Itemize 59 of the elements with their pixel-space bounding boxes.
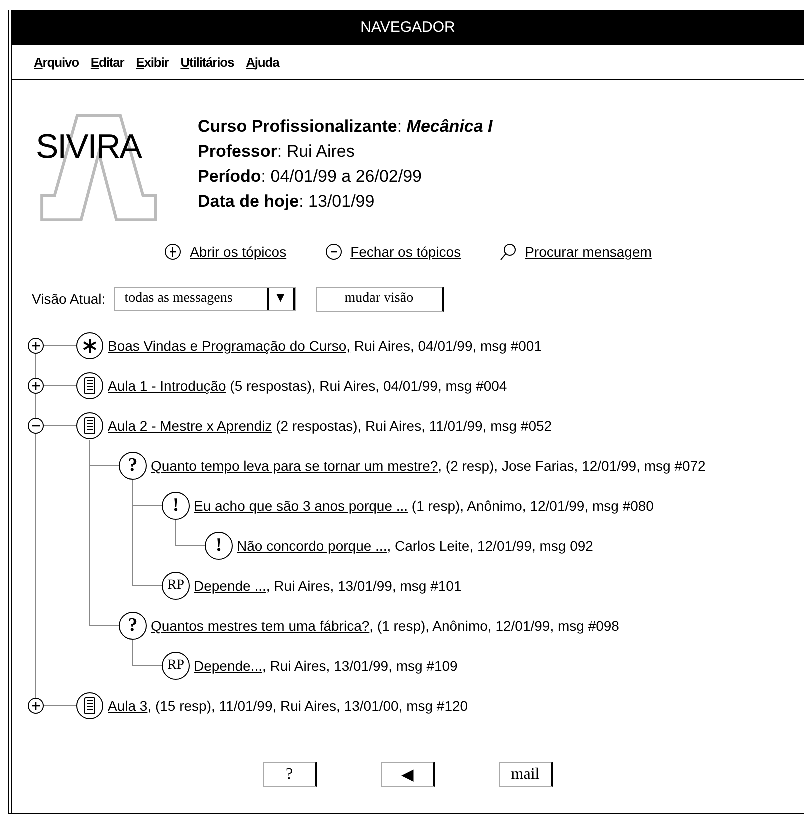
minus-circle-icon bbox=[324, 243, 343, 261]
message-type-icon: ? bbox=[119, 452, 147, 480]
message-entry: Aula 3, (15 resp), 11/01/99, Rui Aires, 13/01/00, msg #120 bbox=[108, 698, 468, 714]
course-info-line: Professor: Rui Aires bbox=[198, 141, 356, 163]
document-icon bbox=[76, 692, 104, 720]
expand-icon[interactable] bbox=[27, 337, 45, 355]
nav-button[interactable]: ? bbox=[263, 762, 317, 787]
message-entry: Boas Vindas e Programação do Curso, Rui Aires, 04/01/99, msg #001 bbox=[108, 338, 542, 354]
message-link[interactable]: Quantos mestres tem uma fábrica? bbox=[151, 618, 370, 634]
message-link[interactable]: Boas Vindas e Programação do Curso, bbox=[108, 338, 351, 354]
expand-icon[interactable] bbox=[27, 377, 45, 395]
message-entry: Aula 1 - Introdução (5 respostas), Rui Aires, 04/01/99, msg #004 bbox=[108, 378, 508, 394]
message-entry: Eu acho que são 3 anos porque ... (1 resp), Anônimo, 12/01/99, msg #080 bbox=[194, 498, 654, 514]
message-link[interactable]: Depende... bbox=[194, 658, 262, 674]
window-title: NAVEGADOR bbox=[12, 11, 804, 45]
plus-circle-icon bbox=[164, 243, 182, 261]
message-entry: Depende..., Rui Aires, 13/01/99, msg #109 bbox=[194, 658, 458, 674]
menu-item[interactable]: Editar bbox=[90, 54, 124, 70]
message-link[interactable]: Não concordo porque ... bbox=[237, 538, 388, 554]
message-link[interactable]: Quanto tempo leva para se tornar um mestre? bbox=[151, 458, 438, 474]
menu-item[interactable]: Ajuda bbox=[246, 54, 280, 70]
expand-icon[interactable] bbox=[27, 697, 45, 715]
message-type-icon: RP bbox=[162, 652, 190, 680]
message-link[interactable]: Aula 1 - Introdução bbox=[108, 378, 226, 394]
course-info-line: Período: 04/01/99 a 26/02/99 bbox=[198, 166, 423, 188]
message-type-icon: ! bbox=[162, 492, 190, 520]
asterisk-icon bbox=[76, 332, 104, 360]
document-icon bbox=[76, 372, 104, 400]
message-link[interactable]: Aula 3 bbox=[108, 698, 148, 714]
view-label: Visão Atual: bbox=[32, 291, 106, 307]
message-entry: Depende ..., Rui Aires, 13/01/99, msg #101 bbox=[194, 578, 462, 594]
message-type-icon: ! bbox=[205, 532, 233, 560]
menu-item[interactable]: Utilitários bbox=[180, 54, 234, 70]
course-info-line: Curso Profissionalizante: Mecânica I bbox=[198, 116, 493, 138]
action-link[interactable]: Abrir os tópicos bbox=[164, 243, 287, 261]
menu-item[interactable]: Exibir bbox=[136, 54, 169, 70]
action-link[interactable]: Fechar os tópicos bbox=[324, 243, 462, 261]
message-link[interactable]: Depende ... bbox=[194, 578, 266, 594]
change-view-button[interactable]: mudar visão bbox=[316, 286, 444, 312]
tree-connector-line bbox=[176, 520, 206, 546]
message-entry: Quantos mestres tem uma fábrica?, (1 resp), Anônimo, 12/01/99, msg #098 bbox=[151, 618, 620, 634]
message-entry: Aula 2 - Mestre x Aprendiz (2 respostas), Rui Aires, 11/01/99, msg #052 bbox=[108, 418, 552, 434]
logo: SIVIRA bbox=[36, 114, 162, 222]
message-link[interactable]: Aula 2 - Mestre x Aprendiz bbox=[108, 418, 272, 434]
collapse-icon[interactable] bbox=[27, 417, 45, 435]
nav-button[interactable]: mail bbox=[499, 762, 553, 787]
nav-button[interactable]: ◀ bbox=[381, 762, 435, 787]
message-entry: Quanto tempo leva para se tornar um mestre?, (2 resp), Jose Farias, 12/01/99, msg #072 bbox=[151, 458, 706, 474]
search-icon bbox=[499, 243, 518, 261]
view-dropdown[interactable]: todas as messagens ▼ bbox=[114, 287, 296, 311]
tree-connector-line bbox=[132, 640, 162, 666]
document-icon bbox=[76, 412, 104, 440]
menu-item[interactable]: Arquivo bbox=[34, 54, 79, 70]
course-info-line: Data de hoje: 13/01/99 bbox=[198, 191, 376, 213]
message-link[interactable]: Eu acho que são 3 anos porque ... bbox=[194, 498, 408, 514]
action-link[interactable]: Procurar mensagem bbox=[499, 243, 652, 261]
message-type-icon: ? bbox=[119, 612, 147, 640]
message-entry: Não concordo porque ..., Carlos Leite, 12/01/99, msg 092 bbox=[237, 538, 594, 554]
message-type-icon: RP bbox=[162, 572, 190, 600]
